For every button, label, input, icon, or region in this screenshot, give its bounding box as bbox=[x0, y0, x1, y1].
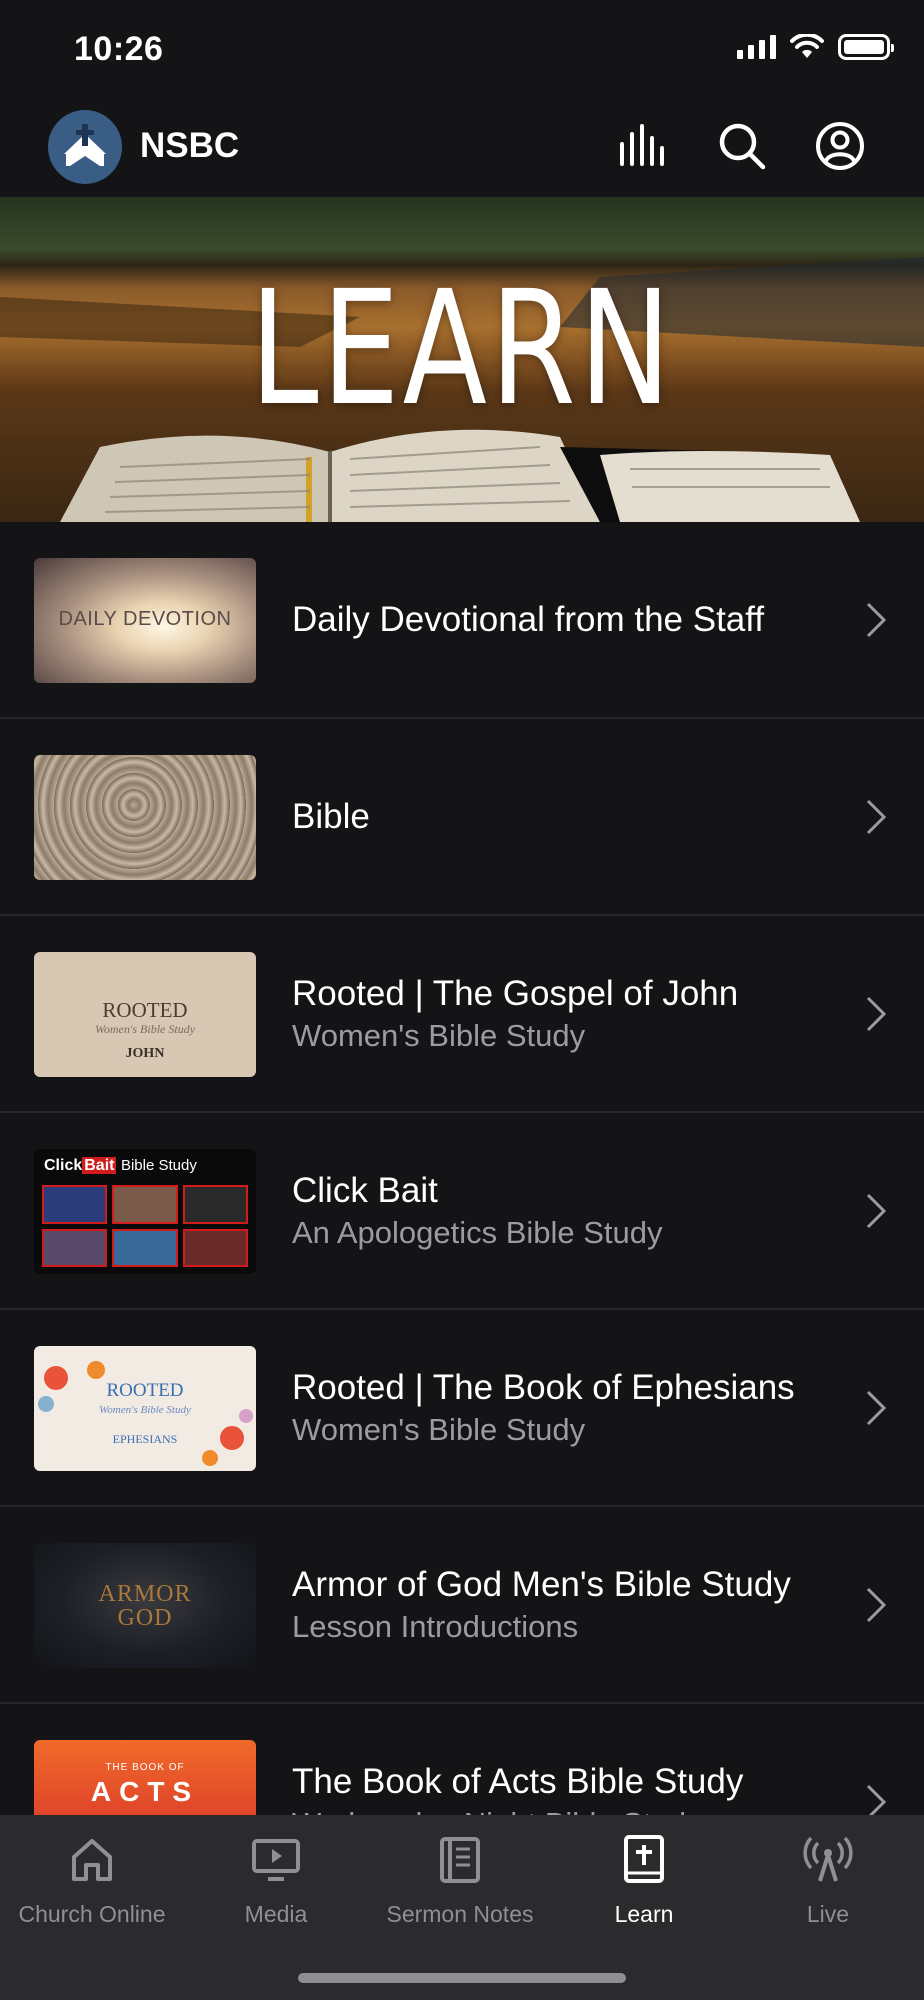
chevron-right-icon bbox=[866, 996, 887, 1031]
hero-banner: LEARN bbox=[0, 197, 924, 522]
thumbnail-bible bbox=[34, 755, 256, 880]
bottom-tab-bar: Church Online Media Sermon Notes Learn L… bbox=[0, 1815, 924, 2000]
tab-media[interactable]: Media bbox=[184, 1833, 368, 1928]
thumbnail-armor-of-god: ARMOR GOD bbox=[34, 1543, 256, 1668]
tab-label: Learn bbox=[614, 1901, 674, 1927]
thumbnail-rooted-john: ROOTED Women's Bible Study JOHN bbox=[34, 952, 256, 1077]
tab-sermon-notes[interactable]: Sermon Notes bbox=[368, 1833, 552, 1928]
church-logo[interactable] bbox=[48, 110, 122, 184]
list-item-rooted-ephesians[interactable]: ROOTED Women's Bible Study EPHESIANS Roo… bbox=[0, 1310, 924, 1507]
hero-title: LEARN bbox=[249, 257, 675, 441]
wifi-icon bbox=[790, 34, 824, 58]
audio-bars-icon[interactable] bbox=[616, 120, 668, 172]
search-icon[interactable] bbox=[716, 120, 768, 172]
home-icon bbox=[72, 1839, 112, 1881]
item-title: Daily Devotional from the Staff bbox=[292, 599, 765, 639]
thumbnail-click-bait: Click Bait Bible Study bbox=[34, 1149, 256, 1274]
chevron-right-icon bbox=[866, 1587, 887, 1622]
bible-icon bbox=[624, 1835, 664, 1883]
list-item-daily-devotional[interactable]: DAILY DEVOTION Daily Devotional from the… bbox=[0, 522, 924, 719]
broadcast-icon bbox=[803, 1836, 853, 1882]
list-item-bible[interactable]: Bible bbox=[0, 719, 924, 916]
app-header: NSBC bbox=[0, 100, 924, 197]
thumbnail-text: ACTS bbox=[90, 1776, 200, 1807]
tab-label: Live bbox=[806, 1901, 850, 1927]
list-item-click-bait[interactable]: Click Bait Bible Study Click Bait An Apol… bbox=[0, 1113, 924, 1310]
item-subtitle: An Apologetics Bible Study bbox=[292, 1214, 663, 1250]
item-subtitle: Women's Bible Study bbox=[292, 1017, 586, 1053]
chevron-right-icon bbox=[866, 602, 887, 637]
status-time: 10:26 bbox=[74, 30, 164, 68]
tab-label: Media bbox=[244, 1901, 308, 1927]
thumbnail-text: ARMOR bbox=[98, 1581, 192, 1607]
thumbnail-text: ROOTED bbox=[106, 1380, 184, 1401]
cellular-signal-icon bbox=[737, 35, 776, 59]
item-title: Click Bait bbox=[292, 1170, 438, 1210]
thumbnail-text: ROOTED bbox=[102, 998, 188, 1022]
home-indicator bbox=[298, 1973, 626, 1983]
status-bar: 10:26 bbox=[0, 0, 924, 100]
tab-live[interactable]: Live bbox=[736, 1833, 920, 1928]
item-title: Bible bbox=[292, 796, 370, 836]
status-icons bbox=[737, 34, 894, 60]
item-title: Rooted | The Gospel of John bbox=[292, 973, 739, 1013]
item-subtitle: Lesson Introductions bbox=[292, 1608, 579, 1644]
tab-label: Sermon Notes bbox=[386, 1901, 534, 1927]
thumbnail-daily-devotion: DAILY DEVOTION bbox=[34, 558, 256, 683]
brand-name: NSBC bbox=[140, 126, 240, 165]
learn-list: DAILY DEVOTION Daily Devotional from the… bbox=[0, 522, 924, 1901]
chevron-right-icon bbox=[866, 1193, 887, 1228]
tab-learn[interactable]: Learn bbox=[552, 1833, 736, 1928]
tab-church-online[interactable]: Church Online bbox=[0, 1833, 184, 1928]
item-title: The Book of Acts Bible Study bbox=[292, 1761, 744, 1801]
chevron-right-icon bbox=[866, 1390, 887, 1425]
chevron-right-icon bbox=[866, 799, 887, 834]
item-subtitle: Women's Bible Study bbox=[292, 1411, 586, 1447]
battery-icon bbox=[838, 34, 894, 60]
thumbnail-text: DAILY DEVOTION bbox=[58, 608, 232, 630]
account-icon[interactable] bbox=[814, 120, 866, 172]
item-title: Rooted | The Book of Ephesians bbox=[292, 1367, 795, 1407]
list-item-rooted-john[interactable]: ROOTED Women's Bible Study JOHN Rooted |… bbox=[0, 916, 924, 1113]
notes-icon bbox=[440, 1837, 480, 1883]
thumbnail-rooted-ephesians: ROOTED Women's Bible Study EPHESIANS bbox=[34, 1346, 256, 1471]
item-title: Armor of God Men's Bible Study bbox=[292, 1564, 791, 1604]
tab-label: Church Online bbox=[18, 1901, 166, 1927]
list-item-armor-of-god[interactable]: ARMOR GOD Armor of God Men's Bible Study… bbox=[0, 1507, 924, 1704]
tv-play-icon bbox=[252, 1839, 300, 1881]
